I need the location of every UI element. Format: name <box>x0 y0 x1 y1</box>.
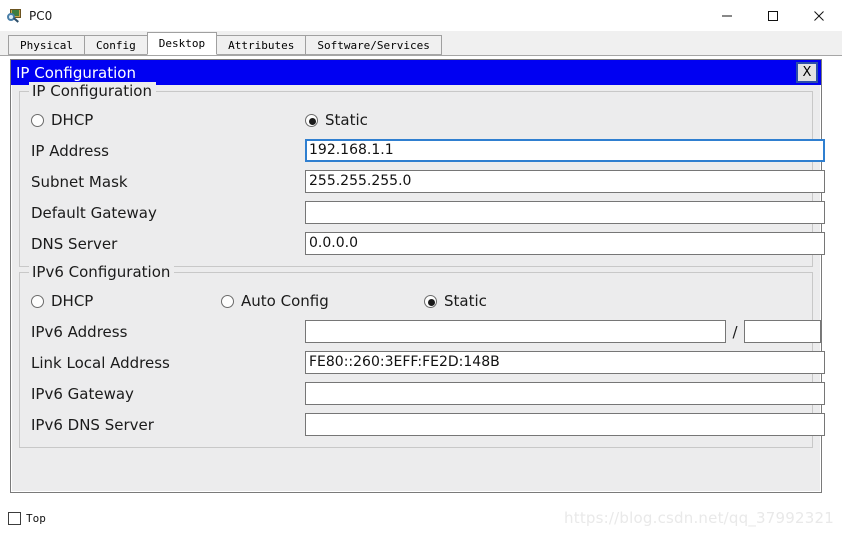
ipv6-dhcp-radio[interactable]: DHCP <box>28 292 221 310</box>
ipv4-dhcp-radio[interactable]: DHCP <box>28 111 305 129</box>
ipv4-dhcp-label: DHCP <box>51 111 94 129</box>
ipv6-dns-server-input[interactable] <box>305 413 825 436</box>
ipv6-gateway-input[interactable] <box>305 382 825 405</box>
ipv6-address-row: IPv6 Address / <box>28 316 821 347</box>
ipv6-auto-config-radio[interactable]: Auto Config <box>221 292 424 310</box>
radio-icon <box>221 294 234 308</box>
close-button[interactable] <box>796 0 842 31</box>
ipv6-address-input[interactable] <box>305 320 726 343</box>
ipv4-static-radio[interactable]: Static <box>305 111 368 129</box>
radio-icon <box>31 294 44 308</box>
watermark-text: https://blog.csdn.net/qq_37992321 <box>564 509 834 527</box>
ipv4-static-label: Static <box>325 111 368 129</box>
ipv6-dns-server-row: IPv6 DNS Server <box>28 409 825 440</box>
ipv6-dhcp-label: DHCP <box>51 292 94 310</box>
link-local-address-input[interactable]: FE80::260:3EFF:FE2D:148B <box>305 351 825 374</box>
ipv6-static-label: Static <box>444 292 487 310</box>
ip-configuration-body: IP Configuration DHCP Static IP Address … <box>11 82 825 459</box>
ipv4-groupbox: IP Configuration DHCP Static IP Address … <box>19 82 825 267</box>
tab-physical[interactable]: Physical <box>8 35 85 55</box>
tab-attributes[interactable]: Attributes <box>216 35 307 55</box>
dns-server-row: DNS Server 0.0.0.0 <box>28 228 825 259</box>
ipv6-groupbox: IPv6 Configuration DHCP Auto Config Stat… <box>19 263 825 448</box>
top-checkbox-label: Top <box>26 511 46 525</box>
ipv6-group-title: IPv6 Configuration <box>29 263 175 281</box>
default-gateway-input[interactable] <box>305 201 825 224</box>
dns-server-label: DNS Server <box>31 234 118 253</box>
tab-config[interactable]: Config <box>83 35 148 55</box>
ipv6-prefix-separator: / <box>732 322 738 341</box>
ipv6-mode-row: DHCP Auto Config Static <box>28 286 804 316</box>
ip-address-input[interactable]: 192.168.1.1 <box>305 139 825 162</box>
tab-desktop[interactable]: Desktop <box>146 32 218 55</box>
minimize-button[interactable] <box>704 0 750 31</box>
top-checkbox[interactable] <box>8 511 21 525</box>
desktop-panel: IP Configuration X IP Configuration DHCP… <box>0 56 842 533</box>
tab-software-services[interactable]: Software/Services <box>305 35 442 55</box>
maximize-button[interactable] <box>750 0 796 31</box>
ip-address-label: IP Address <box>31 141 109 160</box>
ipv6-prefix-length-input[interactable] <box>744 320 821 343</box>
ip-configuration-close-button[interactable]: X <box>796 62 818 83</box>
ip-configuration-title: IP Configuration <box>16 63 136 82</box>
pc-magnifier-icon <box>7 8 23 24</box>
link-local-address-row: Link Local Address FE80::260:3EFF:FE2D:1… <box>28 347 825 378</box>
ipv4-mode-row: DHCP Static <box>28 105 804 135</box>
default-gateway-row: Default Gateway <box>28 197 825 228</box>
dns-server-input[interactable]: 0.0.0.0 <box>305 232 825 255</box>
default-gateway-label: Default Gateway <box>31 203 157 222</box>
ip-address-row: IP Address 192.168.1.1 <box>28 135 825 166</box>
subnet-mask-label: Subnet Mask <box>31 172 128 191</box>
window-title: PC0 <box>29 8 53 23</box>
ipv6-static-radio[interactable]: Static <box>424 292 487 310</box>
ipv6-auto-config-label: Auto Config <box>241 292 329 310</box>
radio-selected-icon <box>424 294 437 308</box>
ipv6-address-label: IPv6 Address <box>31 322 128 341</box>
bottom-bar: Top https://blog.csdn.net/qq_37992321 <box>0 503 842 533</box>
tab-strip: Physical Config Desktop Attributes Softw… <box>0 31 842 56</box>
radio-icon <box>31 113 44 127</box>
window-titlebar: PC0 <box>0 0 842 31</box>
ip-configuration-window: IP Configuration X IP Configuration DHCP… <box>10 59 825 493</box>
subnet-mask-row: Subnet Mask 255.255.255.0 <box>28 166 825 197</box>
subnet-mask-input[interactable]: 255.255.255.0 <box>305 170 825 193</box>
ipv6-gateway-row: IPv6 Gateway <box>28 378 825 409</box>
radio-selected-icon <box>305 113 318 127</box>
ipv4-group-title: IP Configuration <box>29 82 156 100</box>
window-controls <box>704 0 842 31</box>
ipv6-gateway-label: IPv6 Gateway <box>31 384 134 403</box>
link-local-address-label: Link Local Address <box>31 353 170 372</box>
ipv6-dns-server-label: IPv6 DNS Server <box>31 415 154 434</box>
